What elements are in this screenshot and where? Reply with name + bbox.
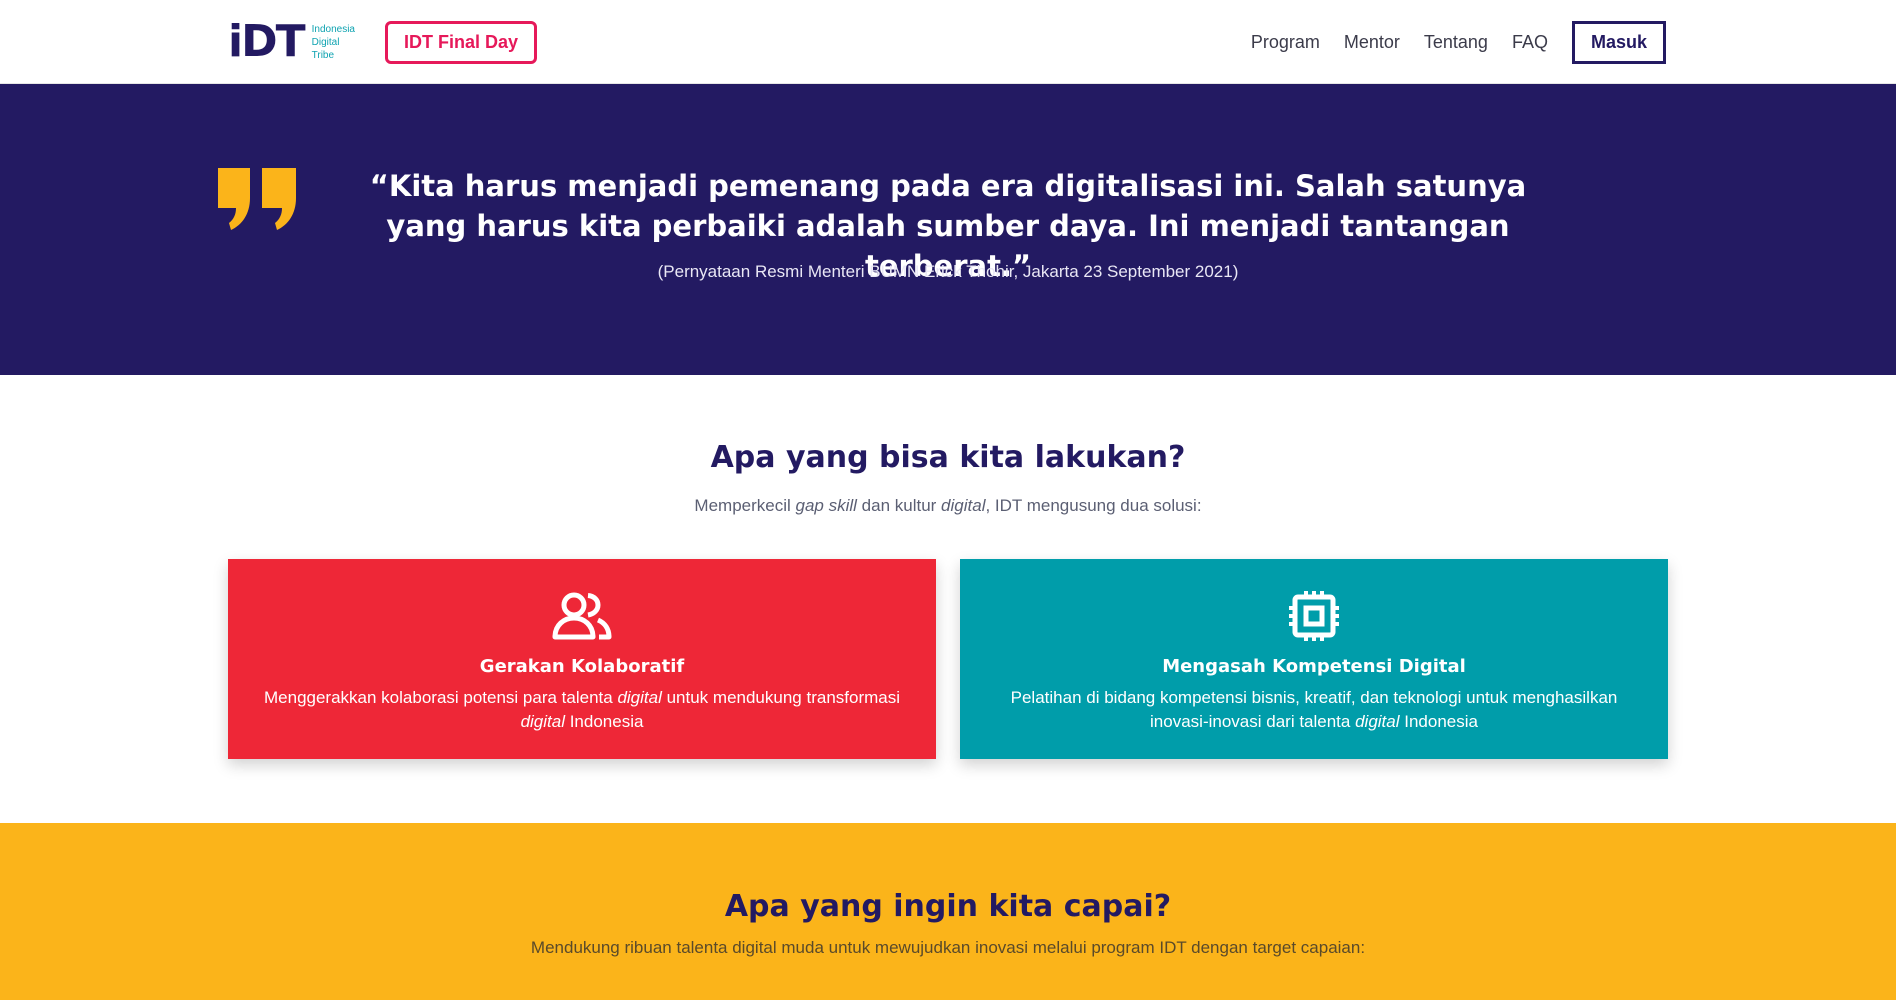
- nav-program[interactable]: Program: [1251, 32, 1320, 53]
- logo-sub-line: Tribe: [311, 49, 335, 61]
- desc-part-italic: digital: [1355, 712, 1400, 731]
- main-nav: Program Mentor Tentang FAQ Masuk: [1251, 20, 1666, 64]
- achievements-title: Apa yang ingin kita capai?: [724, 889, 1172, 924]
- desc-part: Pelatihan di bidang kompetensi bisnis, k…: [1010, 688, 1618, 731]
- logo-subtitle: Indonesia Digital Tribe: [312, 23, 355, 62]
- site-header: iDT Indonesia Digital Tribe IDT Final Da…: [0, 0, 1896, 84]
- login-button[interactable]: Masuk: [1571, 20, 1666, 64]
- users-icon: [552, 592, 612, 640]
- subtitle-part: , IDT mengusung dua solusi:: [985, 496, 1202, 515]
- solutions-title: Apa yang bisa kita lakukan?: [710, 440, 1186, 475]
- subtitle-part: dan kultur: [856, 496, 942, 515]
- card-mengasah-kompetensi: Mengasah Kompetensi Digital Pelatihan di…: [960, 559, 1668, 759]
- card-title: Mengasah Kompetensi Digital: [1162, 656, 1466, 677]
- logo-mark: iDT: [228, 16, 306, 67]
- final-day-button[interactable]: IDT Final Day: [385, 20, 538, 64]
- card-gerakan-kolaboratif: Gerakan Kolaboratif Menggerakkan kolabor…: [228, 559, 936, 759]
- nav-tentang[interactable]: Tentang: [1424, 32, 1488, 53]
- card-description: Menggerakkan kolaborasi potensi para tal…: [258, 686, 906, 734]
- quote-source: (Pernyataan Resmi Menteri BUMN Erick Tho…: [657, 262, 1239, 281]
- logo[interactable]: iDT Indonesia Digital Tribe: [228, 20, 355, 64]
- logo-sub-line: Indonesia: [311, 23, 355, 35]
- desc-part: Indonesia: [1399, 712, 1478, 731]
- nav-faq[interactable]: FAQ: [1512, 32, 1548, 53]
- achievements-section: Apa yang ingin kita capai? Mendukung rib…: [0, 823, 1896, 1000]
- desc-part-italic: digital: [617, 688, 662, 707]
- chip-icon: [1289, 591, 1339, 641]
- subtitle-part-italic: gap skill: [795, 496, 857, 515]
- header-inner: iDT Indonesia Digital Tribe IDT Final Da…: [228, 0, 1666, 84]
- card-title: Gerakan Kolaboratif: [479, 656, 685, 677]
- desc-part: untuk mendukung transformasi: [661, 688, 900, 707]
- subtitle-part-italic: digital: [941, 496, 986, 515]
- nav-mentor[interactable]: Mentor: [1344, 32, 1400, 53]
- quote-icon: [218, 168, 296, 230]
- card-description: Pelatihan di bidang kompetensi bisnis, k…: [990, 686, 1638, 734]
- logo-sub-line: Digital: [311, 36, 340, 48]
- quote-section: “Kita harus menjadi pemenang pada era di…: [0, 84, 1896, 375]
- solutions-subtitle: Memperkecil gap skill dan kultur digital…: [0, 496, 1896, 516]
- desc-part: Indonesia: [564, 712, 644, 731]
- achievements-subtitle: Mendukung ribuan talenta digital muda un…: [530, 938, 1366, 957]
- desc-part: Menggerakkan kolaborasi potensi para tal…: [264, 688, 618, 707]
- subtitle-part: Memperkecil: [694, 496, 796, 515]
- brand: iDT Indonesia Digital Tribe IDT Final Da…: [228, 20, 538, 64]
- desc-part-italic: digital: [520, 712, 565, 731]
